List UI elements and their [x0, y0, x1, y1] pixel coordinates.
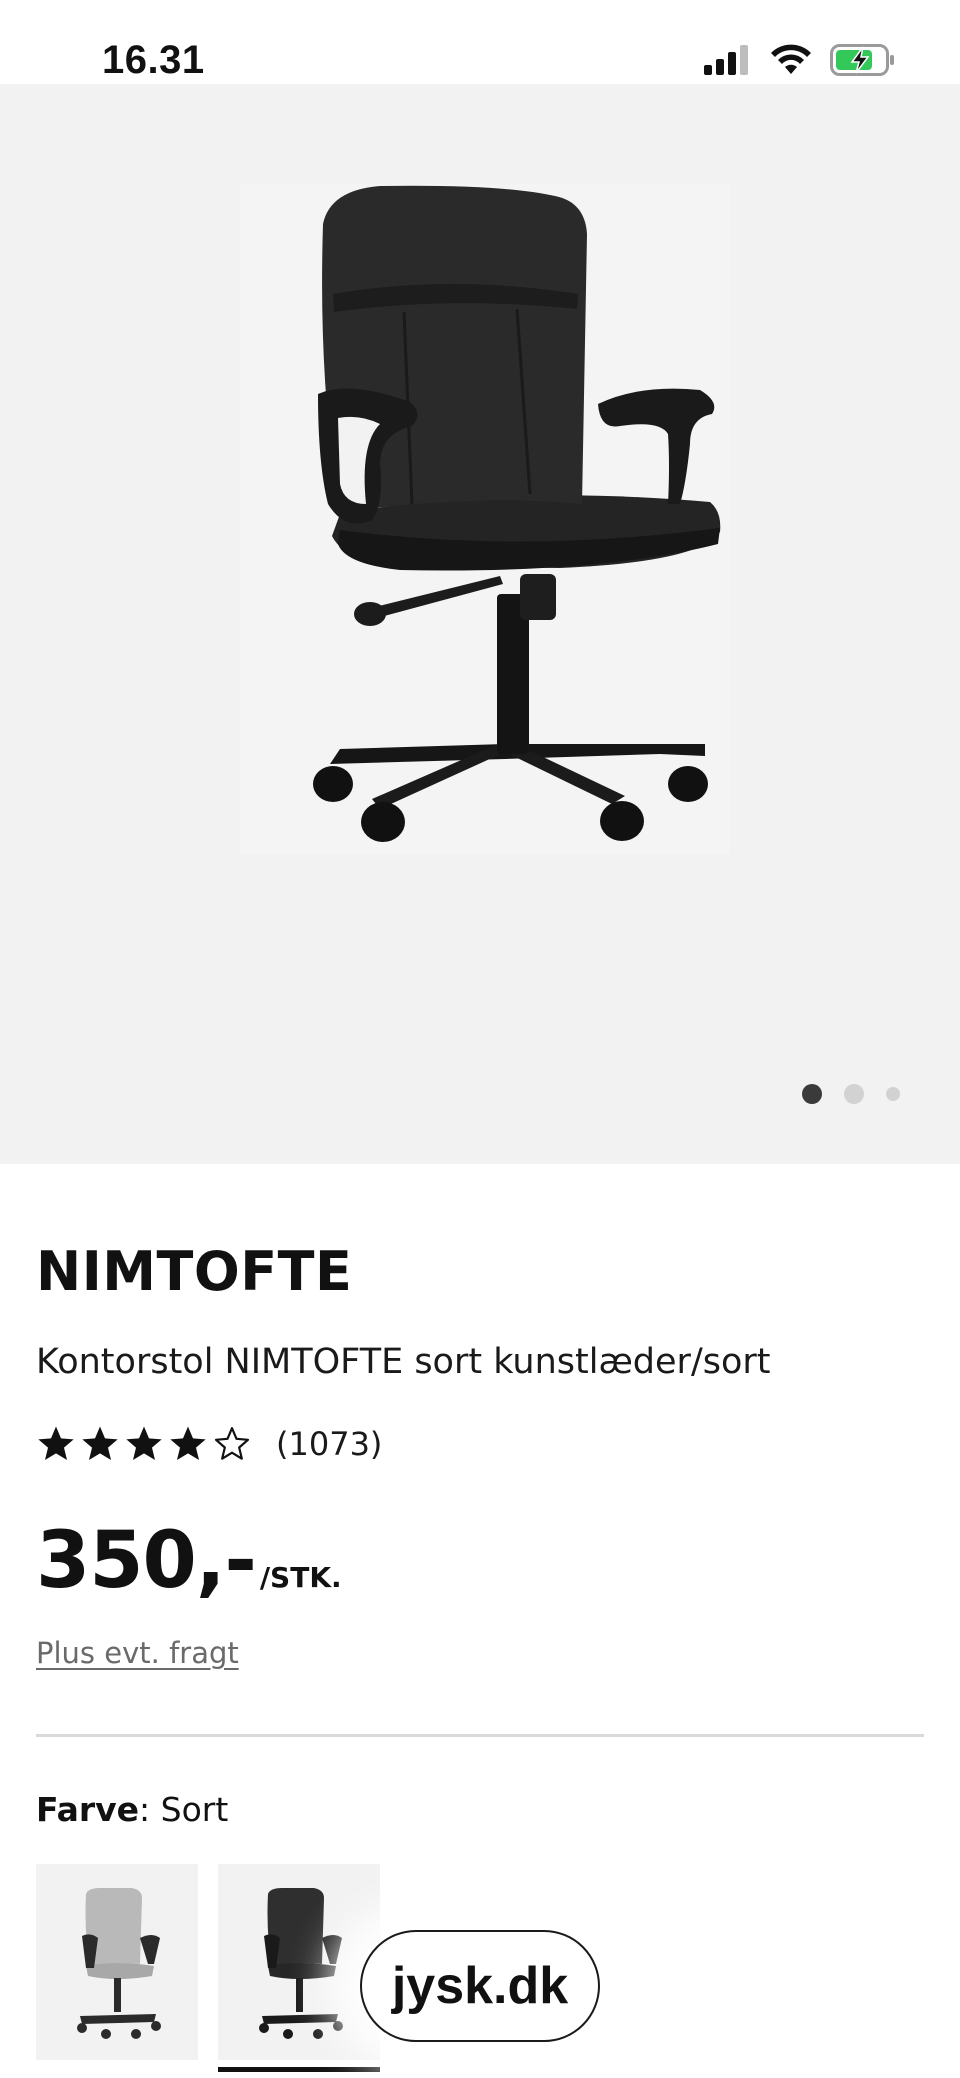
- site-domain: jysk.dk: [391, 1957, 569, 2015]
- cellular-signal-icon: [704, 45, 748, 75]
- star-empty-icon: [214, 1427, 250, 1460]
- star-filled-icon: [126, 1426, 162, 1460]
- review-count[interactable]: (1073): [276, 1425, 382, 1463]
- battery-charging-icon: [830, 44, 894, 76]
- freight-link[interactable]: Plus evt. fragt: [36, 1636, 239, 1670]
- star-filled-icon: [82, 1426, 118, 1460]
- price-unit: /STK.: [259, 1561, 342, 1594]
- color-separator: :: [139, 1790, 161, 1829]
- black-chair-swatch[interactable]: [218, 1864, 380, 2072]
- gallery-dot-3[interactable]: [886, 1087, 900, 1101]
- grey-chair-swatch[interactable]: [36, 1864, 198, 2060]
- status-time: 16.31: [102, 38, 205, 82]
- rating-stars: [36, 1424, 252, 1464]
- product-rating[interactable]: (1073): [36, 1424, 382, 1464]
- gallery-dot-2[interactable]: [844, 1084, 864, 1104]
- gallery-pagination[interactable]: [802, 1084, 900, 1104]
- browser-address-pill[interactable]: jysk.dk: [360, 1930, 600, 2042]
- star-filled-icon: [38, 1426, 74, 1460]
- product-price: 350,-: [36, 1516, 257, 1606]
- color-label: Farve: [36, 1790, 140, 1829]
- product-description: Kontorstol NIMTOFTE sort kunstlæder/sort: [36, 1342, 771, 1382]
- black-chair-thumbnail: [259, 1888, 343, 2039]
- product-name: NIMTOFTE: [36, 1240, 353, 1303]
- status-bar: 16.31: [0, 0, 960, 84]
- divider: [36, 1734, 924, 1737]
- product-image-gallery[interactable]: [0, 84, 960, 1164]
- gallery-dot-1[interactable]: [802, 1084, 822, 1104]
- wifi-icon: [771, 44, 811, 74]
- grey-chair-thumbnail: [77, 1888, 161, 2039]
- status-icons: [704, 44, 896, 76]
- color-value: Sort: [160, 1790, 229, 1829]
- color-selector-label: Farve: Sort: [36, 1790, 228, 1829]
- color-swatches: [36, 1864, 380, 2072]
- price-row: 350,- /STK.: [36, 1516, 342, 1606]
- star-filled-icon: [170, 1426, 206, 1460]
- black-office-chair-photo: [313, 185, 721, 842]
